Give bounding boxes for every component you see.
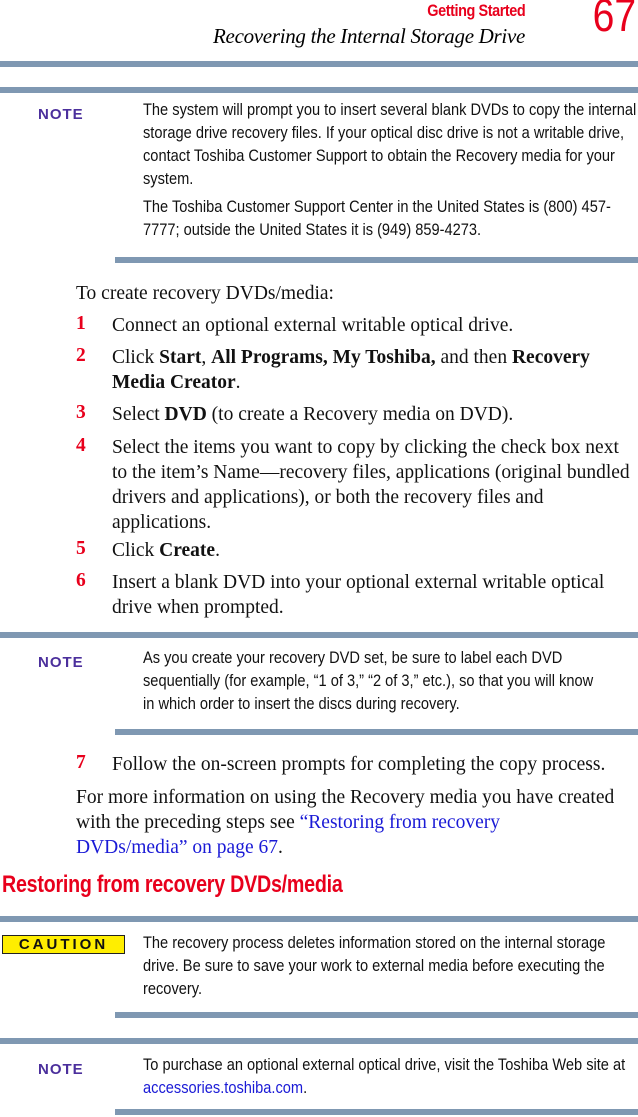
caution-bottom-rule — [115, 1012, 638, 1018]
step-text: Select DVD (to create a Recovery media o… — [112, 404, 514, 425]
note-bottom-rule — [115, 257, 638, 263]
note-paragraph: The Toshiba Customer Support Center in t… — [143, 197, 611, 239]
step-number: 4 — [76, 435, 86, 456]
note-label: NOTE — [38, 1061, 84, 1078]
caution-icon: CAUTION — [2, 935, 125, 954]
step-text: Click Start, All Programs, My Toshiba, a… — [112, 347, 590, 393]
step-number: 7 — [76, 752, 86, 773]
ui-term: All Programs, My Toshiba, — [211, 347, 436, 368]
step-text: Connect an optional external writable op… — [112, 315, 514, 336]
note-top-rule — [0, 1038, 638, 1044]
note-paragraph: The system will prompt you to insert sev… — [143, 100, 637, 188]
note-top-rule — [0, 87, 638, 93]
step-text: Select the items you want to copy by cli… — [112, 437, 630, 533]
web-link[interactable]: accessories.toshiba.com — [143, 1078, 303, 1097]
note-label: NOTE — [38, 654, 84, 671]
header-section-title: Getting Started — [426, 1, 525, 20]
note-text: As you create your recovery DVD set, be … — [143, 648, 594, 713]
step-text: Click Create. — [112, 540, 220, 561]
caution-text: The recovery process deletes information… — [143, 933, 606, 998]
section-heading: Restoring from recovery DVDs/media — [2, 871, 343, 898]
divider-rule — [0, 61, 638, 67]
ui-term: DVD — [164, 404, 207, 425]
step-number: 5 — [76, 538, 86, 559]
note-bottom-rule — [115, 729, 638, 735]
step-number: 2 — [76, 345, 86, 366]
note-text: To purchase an optional external optical… — [143, 1055, 626, 1097]
procedure-intro: To create recovery DVDs/media: — [76, 283, 334, 304]
header-chapter-title: Recovering the Internal Storage Drive — [213, 24, 525, 48]
page-number: 67 — [592, 0, 636, 41]
step-text: Follow the on-screen prompts for complet… — [112, 754, 606, 775]
step-number: 1 — [76, 313, 86, 334]
ui-term: Start — [159, 347, 202, 368]
note-bottom-rule — [115, 1109, 638, 1115]
note-text: The system will prompt you to insert sev… — [143, 98, 638, 246]
note-label: NOTE — [38, 106, 84, 123]
note-top-rule — [0, 632, 638, 638]
more-info-paragraph: For more information on using the Recove… — [76, 787, 615, 858]
step-number: 3 — [76, 402, 86, 423]
caution-top-rule — [0, 916, 638, 922]
ui-term: Create — [159, 540, 216, 561]
step-number: 6 — [76, 570, 86, 591]
step-text: Insert a blank DVD into your optional ex… — [112, 572, 605, 618]
